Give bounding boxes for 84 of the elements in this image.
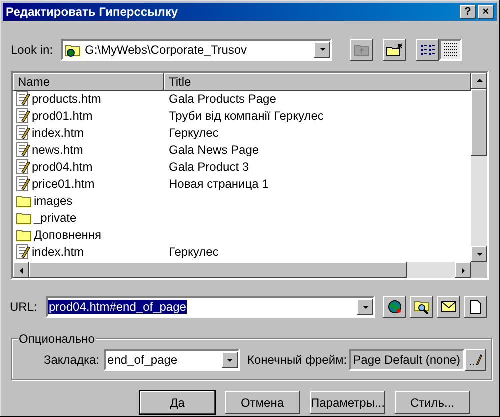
look-in-value: G:\MyWebs\Corporate_Trusov (85, 42, 248, 59)
file-name[interactable]: index.htm (32, 243, 84, 262)
folder-icon (16, 211, 32, 226)
page-title: Геркулес (168, 125, 219, 142)
web-button[interactable] (383, 296, 406, 318)
folder-icon (16, 228, 32, 242)
bookmark-label: Закладка: (44, 352, 100, 370)
scroll-thumb[interactable] (29, 262, 407, 278)
folder-search-icon (414, 299, 430, 316)
column-header[interactable]: Name (13, 72, 164, 91)
page-title: Gala Products Page (168, 91, 276, 108)
scroll-down-button[interactable] (471, 246, 487, 262)
look-in-label: Look in: (11, 42, 54, 59)
dialog-button[interactable]: Отмена (225, 391, 300, 414)
dialog-button[interactable]: Да (140, 391, 215, 414)
new-folder-button[interactable] (383, 38, 406, 61)
url-label: URL: (10, 299, 38, 316)
look-in-dropdown[interactable]: G:\MyWebs\Corporate_Trusov (61, 38, 332, 61)
document-pencil-icon (16, 159, 30, 176)
triangle-down-icon (362, 304, 368, 311)
triangle-down-icon (318, 46, 326, 54)
triangle-down-icon (476, 250, 482, 258)
triangle-right-icon (460, 266, 466, 274)
triangle-down-icon (226, 356, 234, 364)
dropdown-button[interactable] (357, 299, 373, 316)
bookmark-dropdown[interactable]: end_of_page (104, 349, 240, 372)
close-button[interactable]: × (478, 5, 494, 19)
vertical-scrollbar[interactable] (471, 72, 487, 278)
file-name[interactable]: products.htm (32, 90, 102, 108)
page-title: Новая страница 1 (168, 176, 269, 194)
help-button[interactable]: ? (460, 5, 476, 19)
browse-button[interactable] (410, 296, 433, 318)
url-field[interactable]: prod04.htm#end_of_page (46, 296, 375, 318)
details-view-icon (442, 42, 458, 57)
file-name[interactable]: Доповнення (34, 226, 102, 244)
file-name[interactable]: index.htm (32, 124, 84, 142)
file-name[interactable]: _private (34, 209, 77, 228)
triangle-up-icon (476, 77, 482, 84)
file-name[interactable]: prod04.htm (32, 158, 93, 176)
file-name[interactable]: prod01.htm (32, 107, 93, 126)
pencil-button[interactable] (464, 349, 486, 372)
new-folder-icon (386, 42, 404, 57)
globe-icon (386, 299, 402, 316)
scrollbar-corner (471, 262, 487, 278)
triangle-left-icon (18, 266, 24, 274)
document-pencil-icon (16, 108, 30, 124)
list-view-button[interactable] (416, 38, 439, 61)
page-title: Труби від компанії Геркулес (168, 108, 324, 126)
dialog-button[interactable]: Параметры... (310, 391, 385, 414)
file-name[interactable]: news.htm (32, 141, 84, 160)
scroll-thumb[interactable] (471, 88, 487, 156)
frame-label: Конечный фрейм: (248, 352, 348, 370)
page-title: Геркулес (168, 244, 219, 262)
file-name[interactable]: price01.htm (32, 175, 95, 194)
document-pencil-icon (16, 91, 30, 108)
scroll-up-button[interactable] (471, 72, 487, 89)
envelope-icon (440, 301, 456, 314)
bookmark-value: end_of_page (106, 352, 179, 370)
file-name[interactable]: images (34, 192, 73, 210)
details-view-button[interactable] (439, 38, 462, 61)
url-value: prod04.htm#end_of_page (48, 300, 188, 314)
scroll-right-button[interactable] (455, 262, 471, 278)
new-page-button[interactable] (464, 296, 487, 318)
page-title: Gala Product 3 (168, 159, 250, 176)
column-header[interactable]: Title (164, 72, 471, 91)
document-pencil-icon (16, 244, 30, 260)
folder-icon (16, 194, 32, 208)
dialog-button[interactable]: Стиль... (395, 391, 470, 414)
email-button[interactable] (437, 296, 460, 318)
dropdown-button[interactable] (222, 352, 238, 368)
document-pencil-icon (16, 176, 30, 192)
window-title: Редактировать Гиперссылку (6, 4, 180, 21)
document-pencil-icon (16, 142, 30, 158)
folder-up-icon (354, 42, 370, 57)
scroll-left-button[interactable] (13, 262, 29, 278)
page-title: Gala News Page (168, 142, 260, 160)
blank-page-icon (470, 300, 482, 315)
folder-globe-icon (65, 42, 81, 57)
document-pencil-icon (16, 125, 30, 142)
horizontal-scrollbar[interactable] (13, 262, 471, 278)
dropdown-button[interactable] (314, 42, 330, 58)
frame-field: Page Default (none) (349, 349, 465, 372)
pencil-icon (468, 353, 482, 368)
list-view-icon (420, 44, 436, 56)
